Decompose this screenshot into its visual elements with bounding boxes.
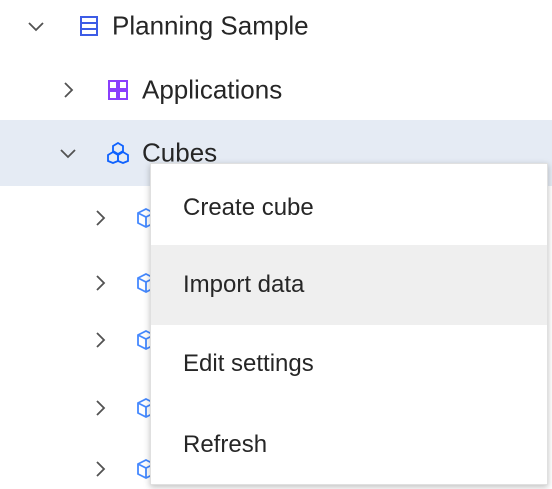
- tree-node-applications[interactable]: Applications: [0, 57, 552, 123]
- chevron-right-icon[interactable]: [90, 459, 110, 479]
- menu-item-label: Import data: [183, 271, 305, 298]
- menu-item-edit-settings[interactable]: Edit settings: [151, 324, 547, 404]
- chevron-down-icon[interactable]: [26, 16, 46, 36]
- applications-icon: [107, 79, 129, 101]
- tree-node-planning-sample[interactable]: Planning Sample: [0, 0, 552, 59]
- navigation-tree-panel: Planning Sample Applications Cubes Creat…: [0, 0, 552, 489]
- tree-node-label: Planning Sample: [112, 10, 309, 41]
- menu-item-import-data[interactable]: Import data: [151, 245, 547, 325]
- chevron-right-icon[interactable]: [90, 330, 110, 350]
- menu-item-label: Refresh: [183, 431, 268, 458]
- cubes-icon: [107, 142, 129, 164]
- database-icon: [78, 15, 100, 37]
- context-menu: Create cube Import data Edit settings Re…: [150, 163, 548, 485]
- chevron-right-icon[interactable]: [90, 273, 110, 293]
- chevron-right-icon[interactable]: [90, 208, 110, 228]
- menu-item-create-cube[interactable]: Create cube: [151, 168, 547, 248]
- menu-item-label: Edit settings: [183, 350, 314, 377]
- tree-node-label: Applications: [142, 74, 283, 105]
- menu-item-label: Create cube: [183, 194, 314, 221]
- chevron-down-icon[interactable]: [58, 143, 78, 163]
- menu-item-refresh[interactable]: Refresh: [151, 405, 547, 485]
- chevron-right-icon[interactable]: [90, 398, 110, 418]
- chevron-right-icon[interactable]: [58, 80, 78, 100]
